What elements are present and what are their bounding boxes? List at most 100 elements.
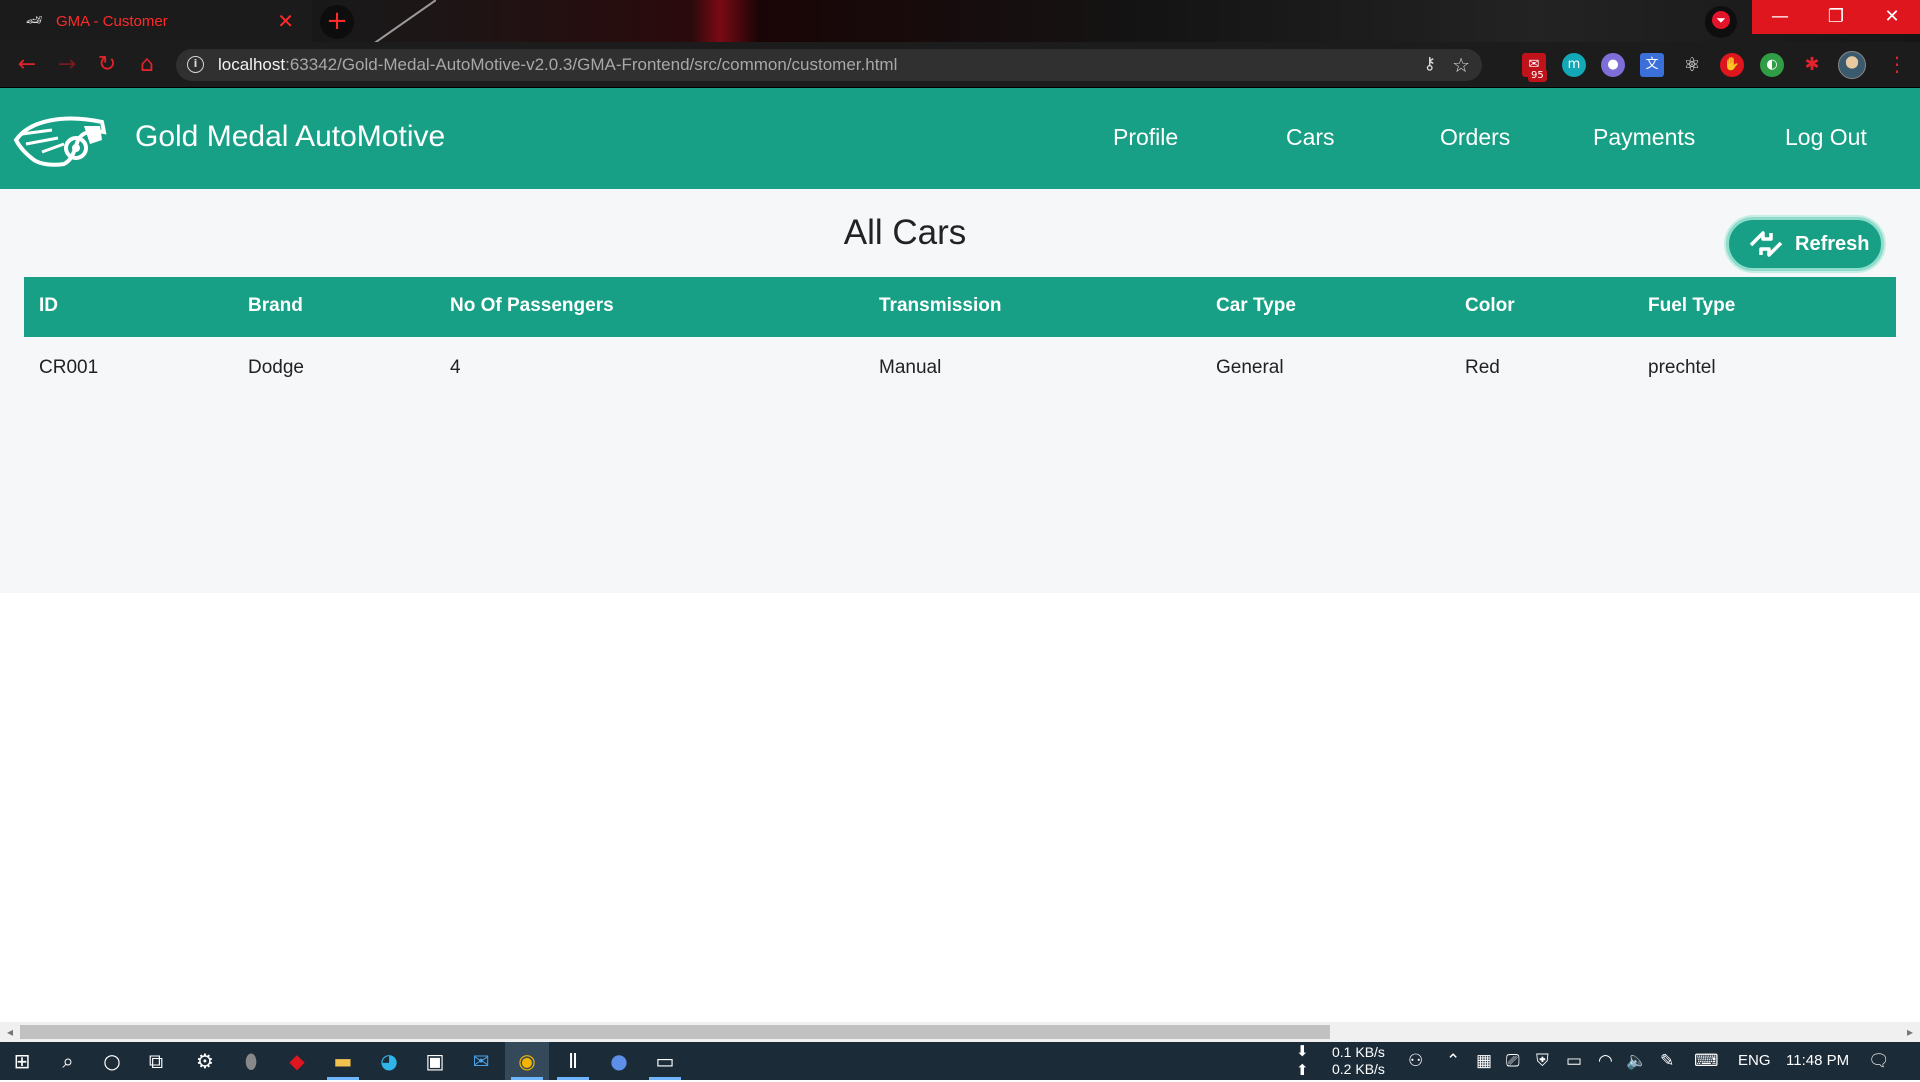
notifications-icon[interactable]: 🗨 — [1868, 1042, 1890, 1080]
new-tab-button[interactable]: + — [320, 5, 354, 39]
browser-title-bar: 🏎 GMA - Customer ✕ + — ❐ ✕ — [0, 0, 1920, 42]
file-explorer-icon[interactable]: ▬ — [321, 1042, 365, 1080]
cell-id: CR001 — [39, 357, 99, 378]
nav-payments[interactable]: Payments — [1593, 124, 1695, 151]
blue-app-icon[interactable]: ● — [597, 1042, 641, 1080]
close-window-button[interactable]: ✕ — [1864, 0, 1920, 34]
mouse-app-icon[interactable]: ⬮ — [229, 1042, 273, 1080]
cell-color: Red — [1465, 357, 1500, 378]
forward-arrow-icon[interactable]: → — [54, 52, 80, 78]
site-info-icon[interactable]: i — [187, 56, 204, 73]
reload-icon[interactable]: ↻ — [94, 52, 120, 78]
column-header-transmission[interactable]: Transmission — [879, 295, 1002, 317]
nav-logout[interactable]: Log Out — [1785, 124, 1867, 151]
column-header-id[interactable]: ID — [39, 295, 58, 317]
tab-title: GMA - Customer — [56, 12, 168, 30]
task-view-icon[interactable]: ⧉ — [134, 1042, 178, 1080]
column-header-passengers[interactable]: No Of Passengers — [450, 295, 614, 317]
nav-cars[interactable]: Cars — [1286, 124, 1335, 151]
translate-extension-icon[interactable]: 文 — [1640, 53, 1664, 77]
cars-section: All Cars Refresh ID Brand No Of Passenge… — [0, 189, 1920, 593]
battery-icon[interactable]: ▭ — [1566, 1042, 1582, 1080]
key-icon[interactable]: ⚷ — [1424, 54, 1436, 74]
mail-icon[interactable]: ✉ — [459, 1042, 503, 1080]
pen-icon[interactable]: ✎ — [1660, 1042, 1674, 1080]
tab-close-icon[interactable]: ✕ — [277, 9, 294, 33]
scrollbar-thumb[interactable] — [20, 1025, 1330, 1039]
camera-icon[interactable]: ⎚ — [1506, 1042, 1520, 1080]
column-header-color[interactable]: Color — [1465, 295, 1515, 317]
m-extension-icon[interactable]: m — [1562, 53, 1586, 77]
windows-taskbar: ⊞ ⌕ ○ ⧉ ⚙ ⬮ ◆ ▬ ◕ ▣ ✉ ◉ Ⅱ ● ▭ ⬇ ⬆ 0.1 KB/… — [0, 1042, 1920, 1080]
clock[interactable]: 11:48 PM — [1786, 1042, 1849, 1080]
url-text[interactable]: localhost:63342/Gold-Medal-AutoMotive-v2… — [218, 55, 897, 75]
page-title: All Cars — [843, 213, 967, 252]
column-header-brand[interactable]: Brand — [248, 295, 303, 317]
table-header-row: ID Brand No Of Passengers Transmission C… — [24, 277, 1896, 337]
refresh-label: Refresh — [1795, 232, 1870, 255]
chrome-icon[interactable]: ◉ — [505, 1042, 549, 1080]
home-icon[interactable]: ⌂ — [134, 52, 160, 78]
puzzle-extensions-icon[interactable]: ✱ — [1800, 53, 1824, 77]
volume-icon[interactable]: 🔈 — [1626, 1042, 1647, 1080]
edge-browser-icon[interactable]: ◕ — [367, 1042, 411, 1080]
minimize-button[interactable]: — — [1752, 0, 1808, 34]
wifi-icon[interactable]: ◠ — [1598, 1042, 1613, 1080]
browser-menu-icon[interactable]: ⋮ — [1887, 52, 1907, 76]
search-icon[interactable]: ⌕ — [46, 1042, 90, 1080]
tray-app-icon[interactable]: ▦ — [1476, 1042, 1492, 1080]
cars-table: ID Brand No Of Passengers Transmission C… — [24, 277, 1896, 403]
globe-extension-icon[interactable]: ◐ — [1760, 53, 1784, 77]
horizontal-scrollbar[interactable]: ◂ ▸ — [0, 1022, 1920, 1042]
extension-badge: 95 — [1528, 69, 1547, 82]
show-hidden-icons-chevron-icon[interactable]: ⌃ — [1446, 1042, 1460, 1080]
address-bar[interactable]: i localhost:63342/Gold-Medal-AutoMotive-… — [176, 49, 1482, 81]
red-app-icon[interactable]: ◆ — [275, 1042, 319, 1080]
drop-extension-icon[interactable]: ● — [1601, 53, 1625, 77]
refresh-arrows-icon — [1749, 231, 1783, 257]
restore-button[interactable]: ❐ — [1808, 0, 1864, 34]
security-shield-icon[interactable]: ⛨ — [1536, 1042, 1549, 1080]
cell-fuel-type: prechtel — [1648, 357, 1716, 378]
nav-profile[interactable]: Profile — [1113, 124, 1178, 151]
column-header-car-type[interactable]: Car Type — [1216, 295, 1296, 317]
windows-start-icon[interactable]: ⊞ — [0, 1042, 44, 1080]
scroll-right-icon[interactable]: ▸ — [1900, 1022, 1920, 1042]
profile-avatar[interactable] — [1838, 51, 1866, 79]
intellij-icon[interactable]: Ⅱ — [551, 1042, 595, 1080]
scroll-left-icon[interactable]: ◂ — [0, 1022, 20, 1042]
app-header: Gold Medal AutoMotive Profile Cars Order… — [0, 88, 1920, 189]
settings-gear-icon[interactable]: ⚙ — [183, 1042, 227, 1080]
keyboard-icon[interactable]: ⌨ — [1694, 1042, 1719, 1080]
column-header-fuel-type[interactable]: Fuel Type — [1648, 295, 1735, 317]
back-arrow-icon[interactable]: ← — [14, 52, 40, 78]
people-icon[interactable]: ⚇ — [1408, 1042, 1423, 1080]
network-speed: 0.1 KB/s 0.2 KB/s — [1332, 1044, 1385, 1082]
net-down-rate: 0.1 KB/s — [1332, 1044, 1385, 1060]
cell-car-type: General — [1216, 357, 1284, 378]
media-download-icon[interactable] — [1705, 6, 1737, 38]
bookmark-star-icon[interactable]: ☆ — [1452, 53, 1470, 77]
cell-transmission: Manual — [879, 357, 942, 378]
stop-hand-extension-icon[interactable]: ✋ — [1720, 53, 1744, 77]
browser-tab[interactable]: 🏎 GMA - Customer ✕ — [0, 0, 312, 42]
refresh-button[interactable]: Refresh — [1726, 217, 1884, 271]
cell-passengers: 4 — [450, 357, 461, 378]
car-favicon-icon: 🏎 — [26, 13, 43, 28]
language-indicator[interactable]: ENG — [1738, 1042, 1771, 1080]
net-up-rate: 0.2 KB/s — [1332, 1061, 1385, 1077]
network-speed-arrows-icon: ⬇ ⬆ — [1296, 1043, 1309, 1079]
wallpaper-streak — [366, 0, 436, 42]
brand-name[interactable]: Gold Medal AutoMotive — [135, 120, 445, 154]
react-extension-icon[interactable]: ⚛ — [1680, 53, 1704, 77]
url-host: localhost — [218, 55, 286, 74]
terminal-icon[interactable]: ▭ — [643, 1042, 687, 1080]
url-path: :63342/Gold-Medal-AutoMotive-v2.0.3/GMA-… — [285, 55, 898, 74]
store-icon[interactable]: ▣ — [413, 1042, 457, 1080]
browser-toolbar: ← → ↻ ⌂ i localhost:63342/Gold-Medal-Aut… — [0, 42, 1920, 88]
nav-orders[interactable]: Orders — [1440, 124, 1510, 151]
cell-brand: Dodge — [248, 357, 304, 378]
race-car-logo-icon[interactable] — [12, 110, 108, 168]
table-row[interactable]: CR001 Dodge 4 Manual General Red prechte… — [24, 337, 1896, 403]
cortana-icon[interactable]: ○ — [90, 1042, 134, 1080]
